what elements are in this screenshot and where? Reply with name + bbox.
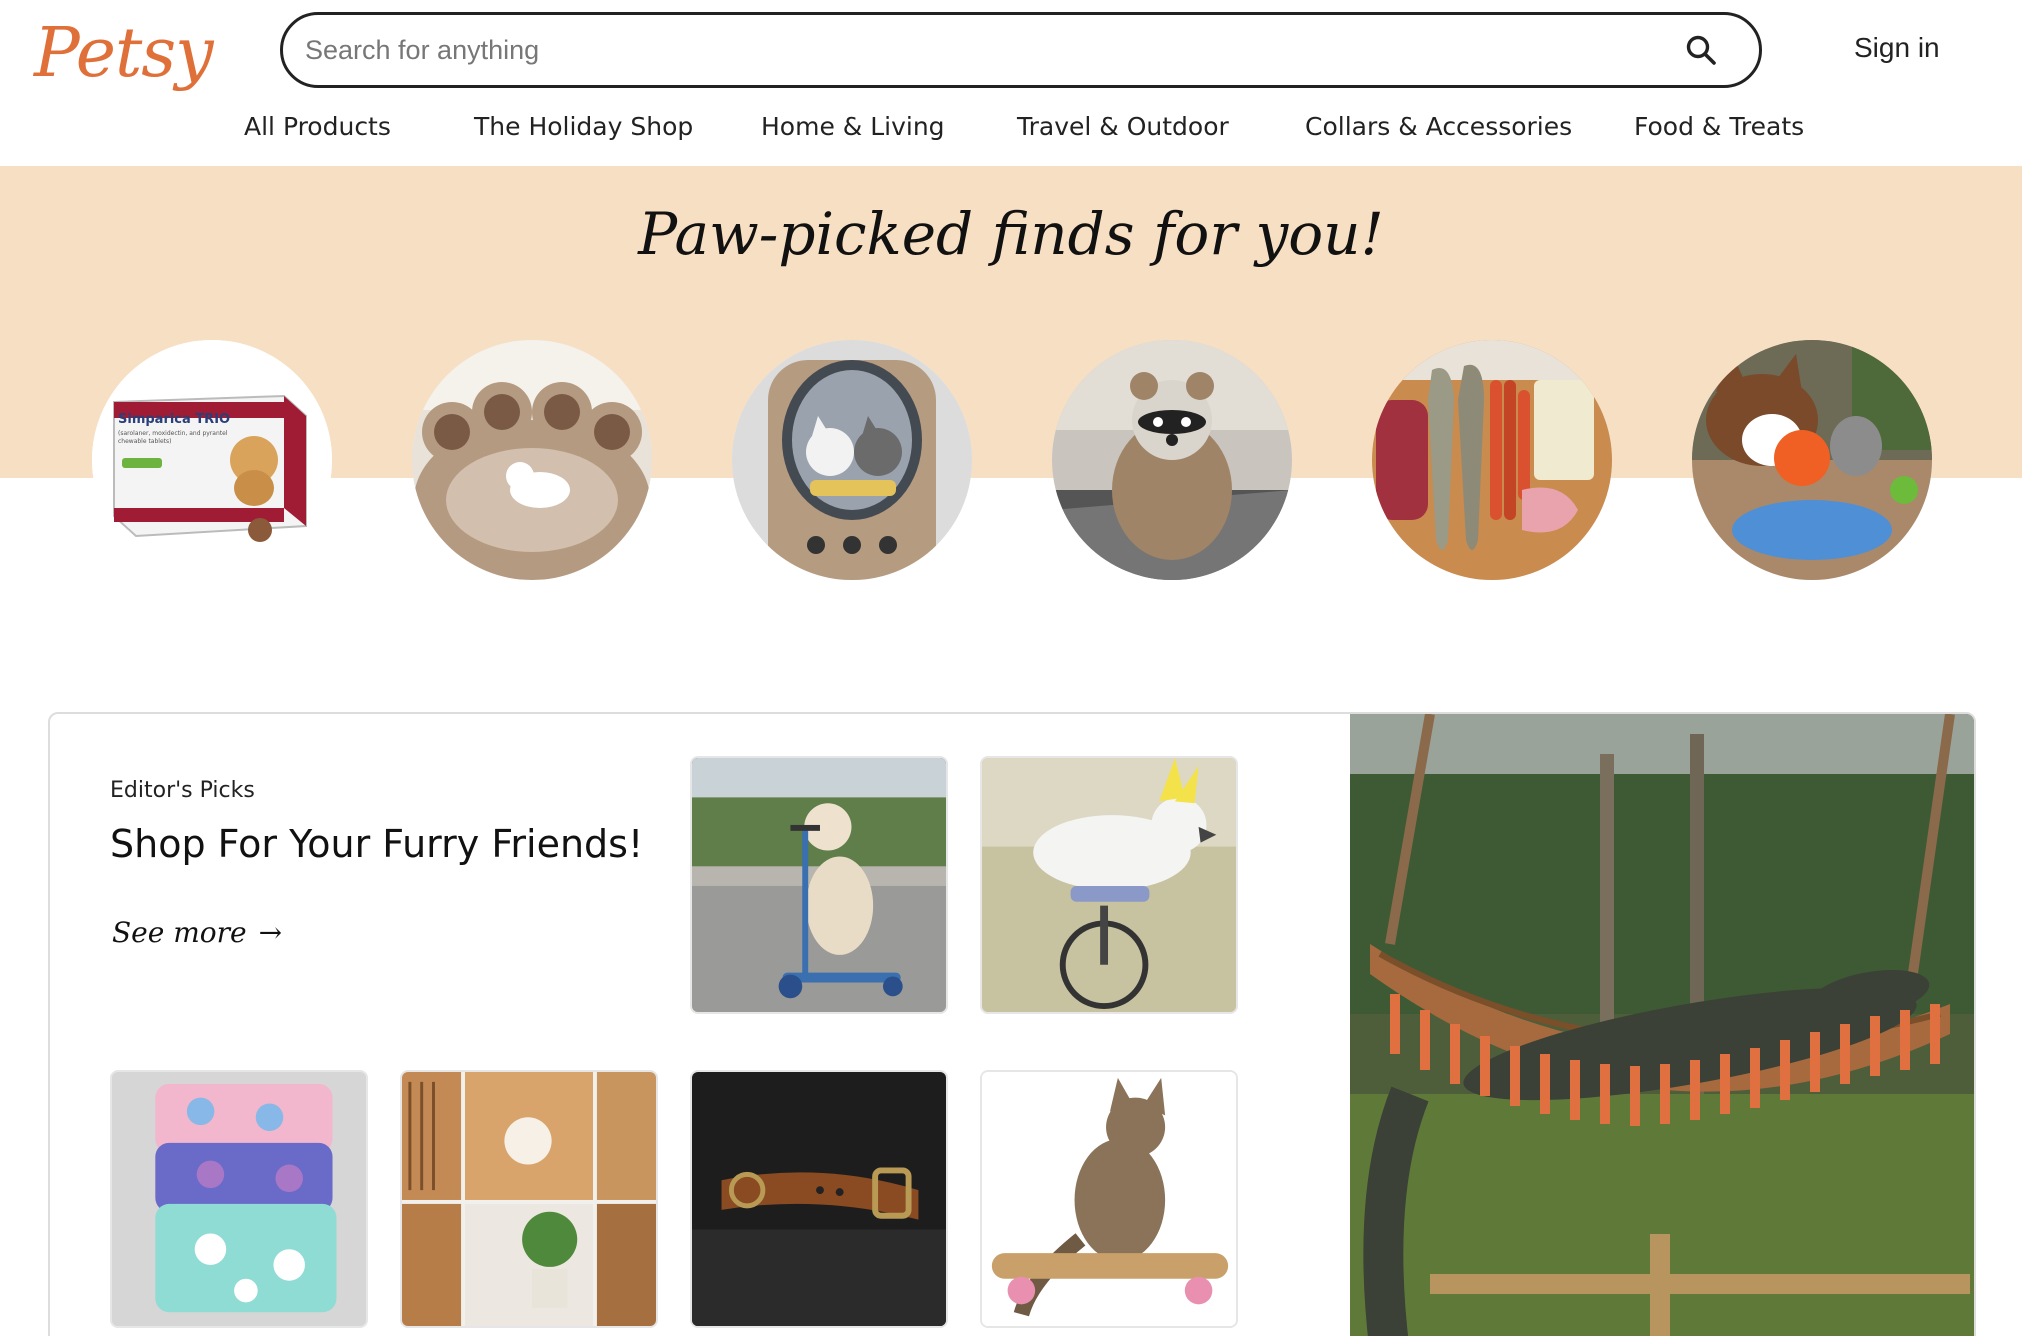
- petsy-logo[interactable]: Petsy: [34, 14, 214, 93]
- cat-skateboard-image: [982, 1072, 1236, 1326]
- alligator-hammock-image: [1350, 714, 1974, 1336]
- simparica-box-subtext-1: (sarolaner, moxidectin, and pyrantel: [118, 430, 228, 437]
- product-circle-dog-toys[interactable]: [1692, 340, 1932, 580]
- feature-alligator-hammock[interactable]: [1350, 714, 1974, 1336]
- see-more-link[interactable]: See more →: [112, 916, 282, 949]
- search-bar: [280, 12, 1762, 88]
- see-more-label: See more: [112, 916, 247, 949]
- product-circle-cat-carrier[interactable]: [732, 340, 972, 580]
- simparica-box-label: Simparica TRIO: [118, 412, 231, 427]
- wooden-dog-crates-image: [402, 1072, 656, 1326]
- simparica-box-image: [92, 340, 332, 580]
- nav-collars-accessories[interactable]: Collars & Accessories: [1305, 112, 1572, 141]
- product-circle-raw-food[interactable]: [1372, 340, 1612, 580]
- product-circle-simparica[interactable]: Simparica TRIO (sarolaner, moxidectin, a…: [92, 340, 332, 580]
- nav-food-treats[interactable]: Food & Treats: [1634, 112, 1804, 141]
- editors-picks-card: Editor's Picks Shop For Your Furry Frien…: [48, 712, 1976, 1336]
- nav-travel-outdoor[interactable]: Travel & Outdoor: [1017, 112, 1229, 141]
- pick-fleece-pads[interactable]: [110, 1070, 368, 1328]
- search-button[interactable]: [1665, 14, 1737, 86]
- raw-food-image: [1372, 340, 1612, 580]
- cat-carrier-image: [732, 340, 972, 580]
- cockatoo-unicycle-image: [982, 758, 1236, 1012]
- simparica-box-subtext-2: chewable tablets): [118, 438, 172, 445]
- arrow-right-icon: →: [258, 916, 283, 949]
- nav-all-products[interactable]: All Products: [244, 112, 391, 141]
- pick-wooden-dog-crates[interactable]: [400, 1070, 658, 1328]
- search-icon: [1686, 35, 1716, 65]
- editors-picks-title: Shop For Your Furry Friends!: [110, 822, 644, 866]
- nav-home-living[interactable]: Home & Living: [761, 112, 945, 141]
- dog-bed-image: [412, 340, 652, 580]
- category-nav: All Products The Holiday Shop Home & Liv…: [0, 112, 2022, 152]
- raccoon-sweater-image: [1052, 340, 1292, 580]
- editors-picks-eyebrow: Editor's Picks: [110, 778, 255, 803]
- product-circle-dog-bed[interactable]: [412, 340, 652, 580]
- product-circle-raccoon-sweater[interactable]: [1052, 340, 1292, 580]
- pick-dog-scooter[interactable]: [690, 756, 948, 1014]
- pick-cat-skateboard[interactable]: [980, 1070, 1238, 1328]
- fleece-pads-image: [112, 1072, 366, 1326]
- pick-leather-collar[interactable]: [690, 1070, 948, 1328]
- nav-holiday-shop[interactable]: The Holiday Shop: [474, 112, 693, 141]
- sign-in-link[interactable]: Sign in: [1854, 32, 1940, 64]
- pick-cockatoo-unicycle[interactable]: [980, 756, 1238, 1014]
- leather-collar-image: [692, 1072, 946, 1326]
- search-input[interactable]: [305, 15, 1665, 85]
- dog-toys-image: [1692, 340, 1932, 580]
- hero-title: Paw-picked finds for you!: [638, 200, 1384, 268]
- dog-scooter-image: [692, 758, 946, 1012]
